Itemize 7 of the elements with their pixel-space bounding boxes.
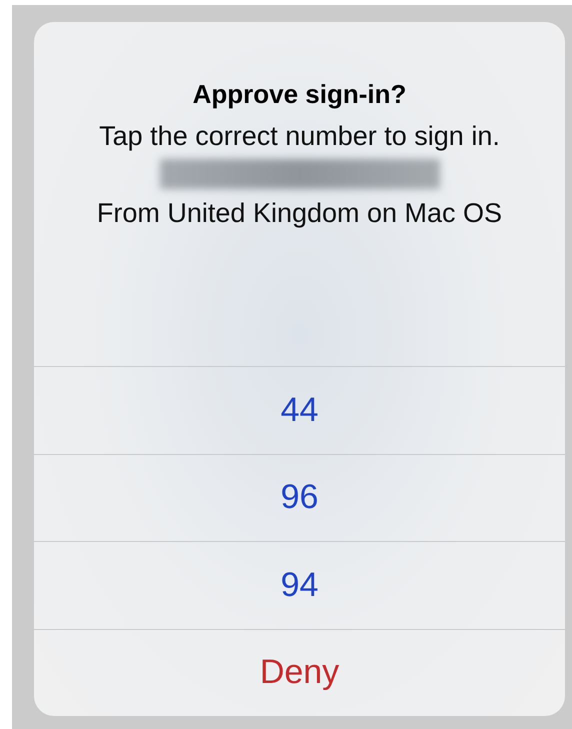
alert-detail: From United Kingdom on Mac OS xyxy=(96,197,502,230)
number-button[interactable]: 96 xyxy=(34,454,565,542)
alert-message: Tap the correct number to sign in. xyxy=(99,120,500,153)
alert-title: Approve sign-in? xyxy=(192,78,406,110)
number-button[interactable]: 44 xyxy=(34,367,565,454)
number-button[interactable]: 94 xyxy=(34,542,565,630)
deny-button[interactable]: Deny xyxy=(34,630,565,716)
